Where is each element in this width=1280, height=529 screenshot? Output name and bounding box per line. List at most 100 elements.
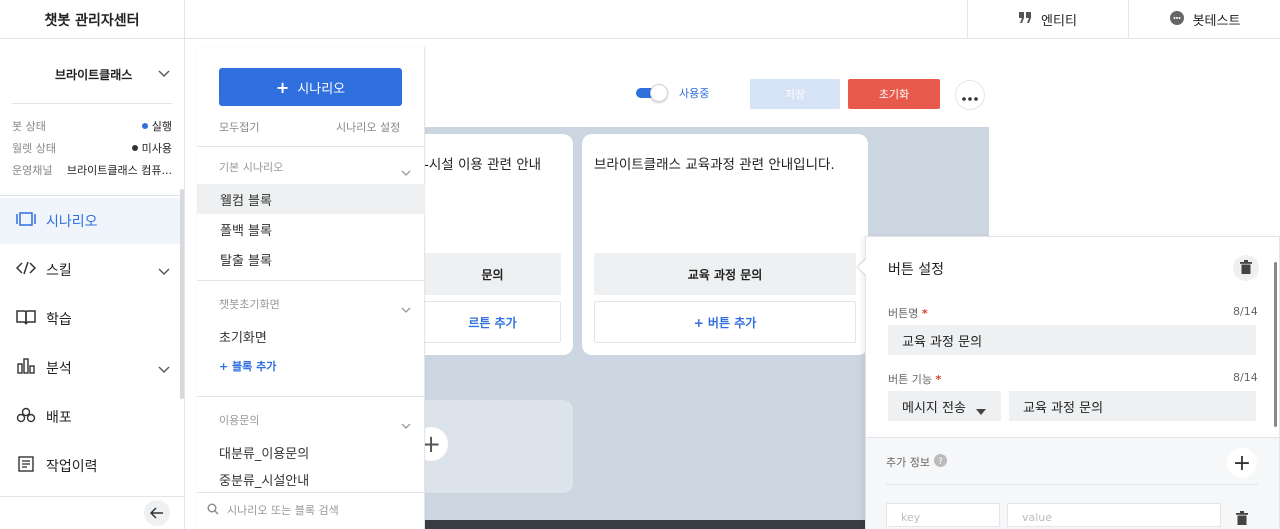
required-mark: * [921, 307, 928, 320]
settings-title: 버튼 설정 [888, 262, 944, 278]
book-icon [16, 309, 36, 329]
nav-label: 배포 [46, 410, 72, 426]
divider [0, 195, 185, 196]
card-button[interactable]: 문의 [424, 253, 561, 295]
block-card[interactable]: 브라이트클래스 교육과정 관련 안내입니다. 교육 과정 문의 + 버튼 추가 [582, 134, 868, 355]
wallet-status-row: 월렛 상태 미사용 [12, 138, 172, 158]
nav-label: 시나리오 [46, 214, 98, 230]
add-scenario-button[interactable]: + 시나리오 [219, 68, 402, 106]
nav-analysis[interactable]: 분석 [0, 345, 180, 391]
add-scenario-label: 시나리오 [297, 81, 346, 97]
nav-history[interactable]: 작업이력 [0, 443, 180, 489]
block-item[interactable]: 웰컴 블록 [197, 184, 425, 214]
search-icon [207, 503, 219, 518]
nav-skill[interactable]: 스킬 [0, 247, 180, 293]
button-name-label-wrap: 버튼명 * [888, 305, 928, 321]
collapse-all-link[interactable]: 모두접기 [219, 119, 259, 135]
wallet-status-value: 미사용 [141, 142, 172, 155]
more-options-button[interactable] [955, 80, 985, 110]
divider [197, 280, 425, 281]
delete-button[interactable] [1233, 255, 1259, 281]
chevron-down-icon[interactable] [401, 162, 411, 181]
add-block-link[interactable]: + 블록 추가 [219, 358, 276, 374]
card-button[interactable]: 교육 과정 문의 [594, 253, 856, 295]
nav-deploy[interactable]: 배포 [0, 394, 180, 440]
group-title[interactable]: 이용문의 [219, 412, 259, 428]
use-toggle[interactable] [634, 84, 670, 102]
settings-scrollbar[interactable] [1274, 262, 1277, 427]
entity-button[interactable]: 엔티티 [967, 0, 1128, 39]
save-button[interactable]: 저장 [750, 79, 840, 109]
wallet-status-label: 월렛 상태 [12, 142, 56, 155]
plus-icon: + [275, 77, 290, 97]
divider [197, 396, 425, 397]
chat-bubble-icon [1169, 10, 1185, 30]
bot-status-value: 실행 [151, 120, 172, 133]
app-title: 챗봇 관리자센터 [0, 0, 185, 39]
quote-icon [1019, 11, 1033, 28]
button-name-input[interactable]: 교육 과정 문의 [888, 325, 1256, 355]
status-dot [141, 123, 148, 129]
sidebar-scrollbar[interactable] [180, 189, 184, 399]
divider [0, 496, 185, 497]
use-label: 사용중 [679, 87, 710, 100]
divider [886, 484, 1258, 485]
status-dot [131, 145, 138, 151]
block-item[interactable]: 중분류_시설안내 [197, 467, 425, 491]
chevron-down-icon[interactable] [401, 299, 411, 318]
button-name-count: 8/14 [1233, 305, 1258, 318]
add-button-link[interactable]: 르튼 추가 [424, 301, 561, 343]
card-text: 브라이트클래스 교육과정 관련 안내입니다. [594, 157, 835, 173]
trash-icon[interactable] [1236, 510, 1248, 529]
org-selector[interactable]: 브라이트클래스 [0, 59, 185, 89]
scenario-panel: + 시나리오 모두접기 시나리오 설정 기본 시나리오 웰컴 블록 폴백 블록 … [197, 47, 425, 529]
help-icon[interactable]: ? [933, 454, 947, 470]
divider [197, 492, 425, 493]
svg-text:?: ? [938, 457, 943, 467]
add-extra-info-button[interactable]: + [1227, 448, 1257, 478]
chevron-down-icon[interactable] [401, 415, 411, 434]
value-input[interactable]: value [1007, 503, 1221, 527]
key-input[interactable]: key [886, 503, 1000, 527]
group-title[interactable]: 챗봇초기화면 [219, 296, 280, 312]
block-card[interactable]: -시설 이용 관련 안내 문의 르튼 추가 [400, 134, 573, 355]
extra-info-section: 추가 정보 ? + key value [866, 437, 1279, 529]
button-func-count: 8/14 [1233, 371, 1258, 384]
bottest-button[interactable]: 봇테스트 [1128, 0, 1280, 39]
group-title[interactable]: 기본 시나리오 [219, 159, 283, 175]
button-func-value-input[interactable]: 교육 과정 문의 [1009, 391, 1256, 421]
button-func-select[interactable]: 메시지 전송 [888, 391, 1001, 421]
search-placeholder: 시나리오 또는 블록 검색 [227, 504, 339, 517]
nav-label: 학습 [46, 312, 72, 328]
nav-label: 작업이력 [46, 459, 98, 475]
add-button-link[interactable]: + 버튼 추가 [594, 301, 856, 343]
block-item[interactable]: 대분류_이용문의 [197, 437, 425, 467]
channel-label: 운영채널 [12, 164, 53, 177]
nav-learning[interactable]: 학습 [0, 296, 180, 342]
history-icon [16, 456, 36, 476]
trash-icon [1240, 259, 1252, 278]
scenario-settings-link[interactable]: 시나리오 설정 [336, 119, 400, 135]
sidebar: 브라이트클래스 봇 상태 실행 월렛 상태 미사용 운영채널 브라이트클래스 컴… [0, 39, 185, 529]
button-func-label: 버튼 기능 [888, 373, 932, 386]
divider [12, 103, 172, 104]
nav-scenario[interactable]: 시나리오 [0, 198, 180, 244]
bot-status-row: 봇 상태 실행 [12, 116, 172, 136]
entity-label: 엔티티 [1041, 14, 1077, 29]
popover-arrow-inner [858, 259, 866, 275]
block-item[interactable]: 폴백 블록 [197, 214, 425, 244]
chevron-down-icon [158, 362, 170, 378]
collapse-sidebar-button[interactable] [144, 500, 170, 526]
reset-button[interactable]: 초기화 [848, 79, 940, 109]
bot-status-label: 봇 상태 [12, 120, 46, 133]
button-name-label: 버튼명 [888, 307, 919, 320]
button-settings-panel: 버튼 설정 버튼명 * 8/14 교육 과정 문의 버튼 기능 * 8/14 메… [865, 236, 1280, 529]
code-icon [15, 260, 37, 280]
required-mark: * [935, 373, 942, 386]
block-item[interactable]: 탈출 블록 [197, 244, 425, 274]
block-item[interactable]: 초기화면 [197, 321, 425, 351]
button-func-label-wrap: 버튼 기능 * [888, 371, 941, 387]
channel-row: 운영채널 브라이트클래스 컴퓨... [12, 160, 172, 180]
org-name: 브라이트클래스 [55, 67, 133, 82]
scenario-search[interactable]: 시나리오 또는 블록 검색 [207, 502, 339, 518]
